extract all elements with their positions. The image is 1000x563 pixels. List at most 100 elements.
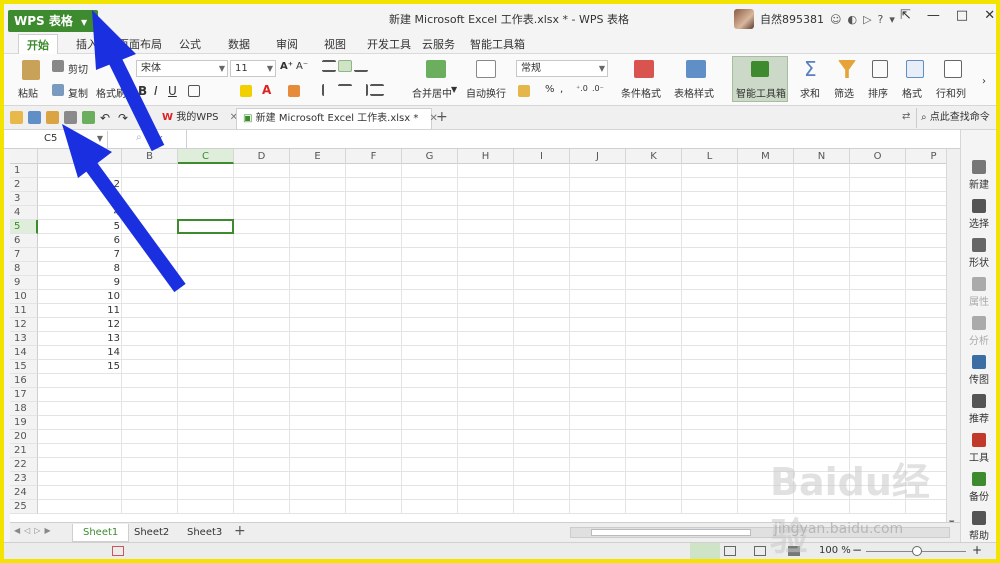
tab-formulas[interactable]: 公式 [179,36,201,52]
insert-function-button[interactable]: fx [152,132,162,145]
tab-smart-toolbox[interactable]: 智能工具箱 [470,36,525,52]
sheet-tab-3[interactable]: Sheet3 [177,524,232,542]
column-header-k[interactable]: K [626,149,682,164]
side-panel-item-5[interactable]: 传图 [961,355,996,386]
tab-insert[interactable]: 插入 [76,36,98,52]
column-header-l[interactable]: L [682,149,738,164]
shrink-font-icon[interactable]: A⁻ [296,61,308,72]
close-icon[interactable]: ✕ [984,8,995,23]
row-header-21[interactable]: 21 [10,444,38,458]
column-header-j[interactable]: J [570,149,626,164]
percent-button[interactable]: % [545,84,555,95]
bold-button[interactable]: B [138,84,147,98]
copy-button[interactable]: 复制 [68,85,88,100]
print-preview-icon[interactable] [82,111,95,124]
side-panel-item-4[interactable]: 分析 [961,316,996,347]
row-header-14[interactable]: 14 [10,346,38,360]
column-header-f[interactable]: F [346,149,402,164]
sort-button[interactable]: 排序 [868,85,888,100]
user-name[interactable]: 自然895381 [760,11,824,27]
row-header-6[interactable]: 6 [10,234,38,248]
wrap-text-button[interactable]: 自动换行 [466,85,506,100]
sort-icon[interactable] [872,60,888,78]
cell-a9[interactable]: 9 [38,276,122,290]
tab-view[interactable]: 视图 [324,36,346,52]
row-header-4[interactable]: 4 [10,206,38,220]
row-header-25[interactable]: 25 [10,500,38,514]
tab-home[interactable]: 开始 [18,34,58,54]
paste-button[interactable]: 粘贴 [18,85,38,100]
wrap-text-icon[interactable] [476,60,496,78]
cell-a11[interactable]: 11 [38,304,122,318]
export-pdf-icon[interactable] [46,111,59,124]
paste-icon[interactable] [22,60,40,80]
column-header-c[interactable]: C [178,149,234,164]
rows-cols-icon[interactable] [944,60,962,78]
filter-button[interactable]: 筛选 [834,85,854,100]
column-header-b[interactable]: B [122,149,178,164]
macro-icon[interactable] [112,546,124,556]
comma-style-icon[interactable]: , [560,84,563,95]
cell-a8[interactable]: 8 [38,262,122,276]
cell-a4[interactable]: 4 [38,206,122,220]
row-header-23[interactable]: 23 [10,472,38,486]
conditional-format-button[interactable]: 条件格式 [621,85,661,100]
column-header-i[interactable]: I [514,149,570,164]
row-header-22[interactable]: 22 [10,458,38,472]
page-break-icon[interactable] [754,546,766,556]
scissors-icon[interactable] [52,60,64,72]
cut-button[interactable]: 剪切 [68,61,88,76]
cell-a14[interactable]: 14 [38,346,122,360]
smart-toolbox-button[interactable]: 智能工具箱 [732,56,788,102]
feedback-icon[interactable]: ◐ [847,13,857,26]
font-color-icon[interactable]: A [262,83,271,97]
side-panel-item-7[interactable]: 工具 [961,433,996,464]
table-style-button[interactable]: 表格样式 [674,85,714,100]
page-layout-icon[interactable] [724,546,736,556]
selected-cell[interactable] [177,219,234,234]
fill-color-icon[interactable] [240,85,252,97]
sum-icon[interactable]: Σ [804,57,817,81]
skin-icon[interactable]: ☺ [830,13,841,26]
font-size-select[interactable]: 11 ▼ [230,60,276,77]
sheet-tab-1[interactable]: Sheet1 [72,524,130,542]
font-name-select[interactable]: 宋体 ▼ [136,60,228,77]
tab-page-layout[interactable]: 页面布局 [118,36,162,52]
conditional-format-icon[interactable] [634,60,654,78]
wps-menu-button[interactable]: WPS 表格 ▼ [8,10,98,32]
cell-a12[interactable]: 12 [38,318,122,332]
open-folder-icon[interactable] [10,111,23,124]
tab-workbook[interactable]: ▣ 新建 Microsoft Excel 工作表.xlsx * ✕ [236,108,438,129]
row-header-5[interactable]: 5 [10,220,38,234]
currency-icon[interactable] [518,85,530,97]
side-panel-item-3[interactable]: 属性 [961,277,996,308]
justify-icon[interactable] [370,84,384,96]
minimize-icon[interactable]: — [927,8,940,23]
align-right-icon[interactable] [354,84,368,96]
column-header-o[interactable]: O [850,149,906,164]
column-header-g[interactable]: G [402,149,458,164]
italic-button[interactable]: I [154,84,158,98]
tab-mywps[interactable]: W 我的WPS ✕ [156,108,244,129]
filter-icon[interactable] [838,60,856,78]
row-header-18[interactable]: 18 [10,402,38,416]
normal-view-icon[interactable] [690,543,720,559]
chevron-down-icon[interactable]: ▼ [97,131,103,147]
print-icon[interactable] [64,111,77,124]
sum-button[interactable]: 求和 [800,85,820,100]
side-panel-item-9[interactable]: 帮助 [961,511,996,542]
column-header-p[interactable]: P [906,149,946,164]
side-panel-item-6[interactable]: 推荐 [961,394,996,425]
column-header-n[interactable]: N [794,149,850,164]
restore-layout-icon[interactable]: ⇱ [900,8,911,23]
scroll-thumb[interactable] [591,529,751,536]
tab-data[interactable]: 数据 [228,36,250,52]
ribbon-more-icon[interactable]: › [982,76,986,87]
redo-icon[interactable]: ↷ [118,111,128,125]
zoom-formula-icon[interactable]: ⌕ [136,132,142,143]
name-box[interactable]: C5 ▼ [10,131,108,148]
format-button[interactable]: 格式 [902,85,922,100]
merge-center-button[interactable]: 合并居中 [412,85,452,100]
row-header-11[interactable]: 11 [10,304,38,318]
zoom-in-icon[interactable]: + [972,543,982,557]
